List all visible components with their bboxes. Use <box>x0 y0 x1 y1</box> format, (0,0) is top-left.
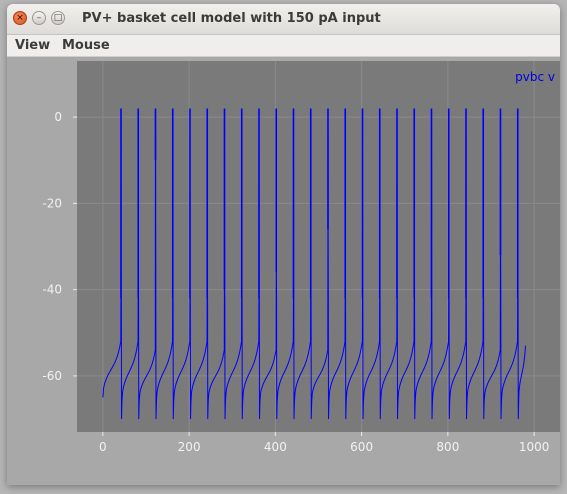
menu-mouse[interactable]: Mouse <box>62 38 110 53</box>
window-title: PV+ basket cell model with 150 pA input <box>82 11 381 26</box>
menu-view[interactable]: View <box>15 38 50 53</box>
y-tick-label: -20 <box>42 196 62 210</box>
app-window: × – □ PV+ basket cell model with 150 pA … <box>7 4 560 485</box>
title-bar[interactable]: × – □ PV+ basket cell model with 150 pA … <box>7 4 560 35</box>
x-tick-label: 400 <box>264 440 287 454</box>
maximize-icon[interactable]: □ <box>51 11 65 25</box>
x-tick-label: 600 <box>350 440 373 454</box>
close-icon[interactable]: × <box>13 11 27 25</box>
x-tick-label: 1000 <box>519 440 550 454</box>
minimize-icon[interactable]: – <box>32 11 46 25</box>
plot-area[interactable]: 0 200 400 600 800 1000 0 -20 -40 -60 pvbc v <box>7 57 560 485</box>
y-tick-label: -40 <box>42 283 62 297</box>
x-tick-label: 200 <box>178 440 201 454</box>
legend-entry-pvbc-v: pvbc v <box>515 70 555 84</box>
y-tick-label: -60 <box>42 369 62 383</box>
menu-bar: View Mouse <box>7 35 560 57</box>
y-tick-label: 0 <box>54 110 62 124</box>
x-tick-label: 800 <box>436 440 459 454</box>
x-tick-label: 0 <box>99 440 107 454</box>
